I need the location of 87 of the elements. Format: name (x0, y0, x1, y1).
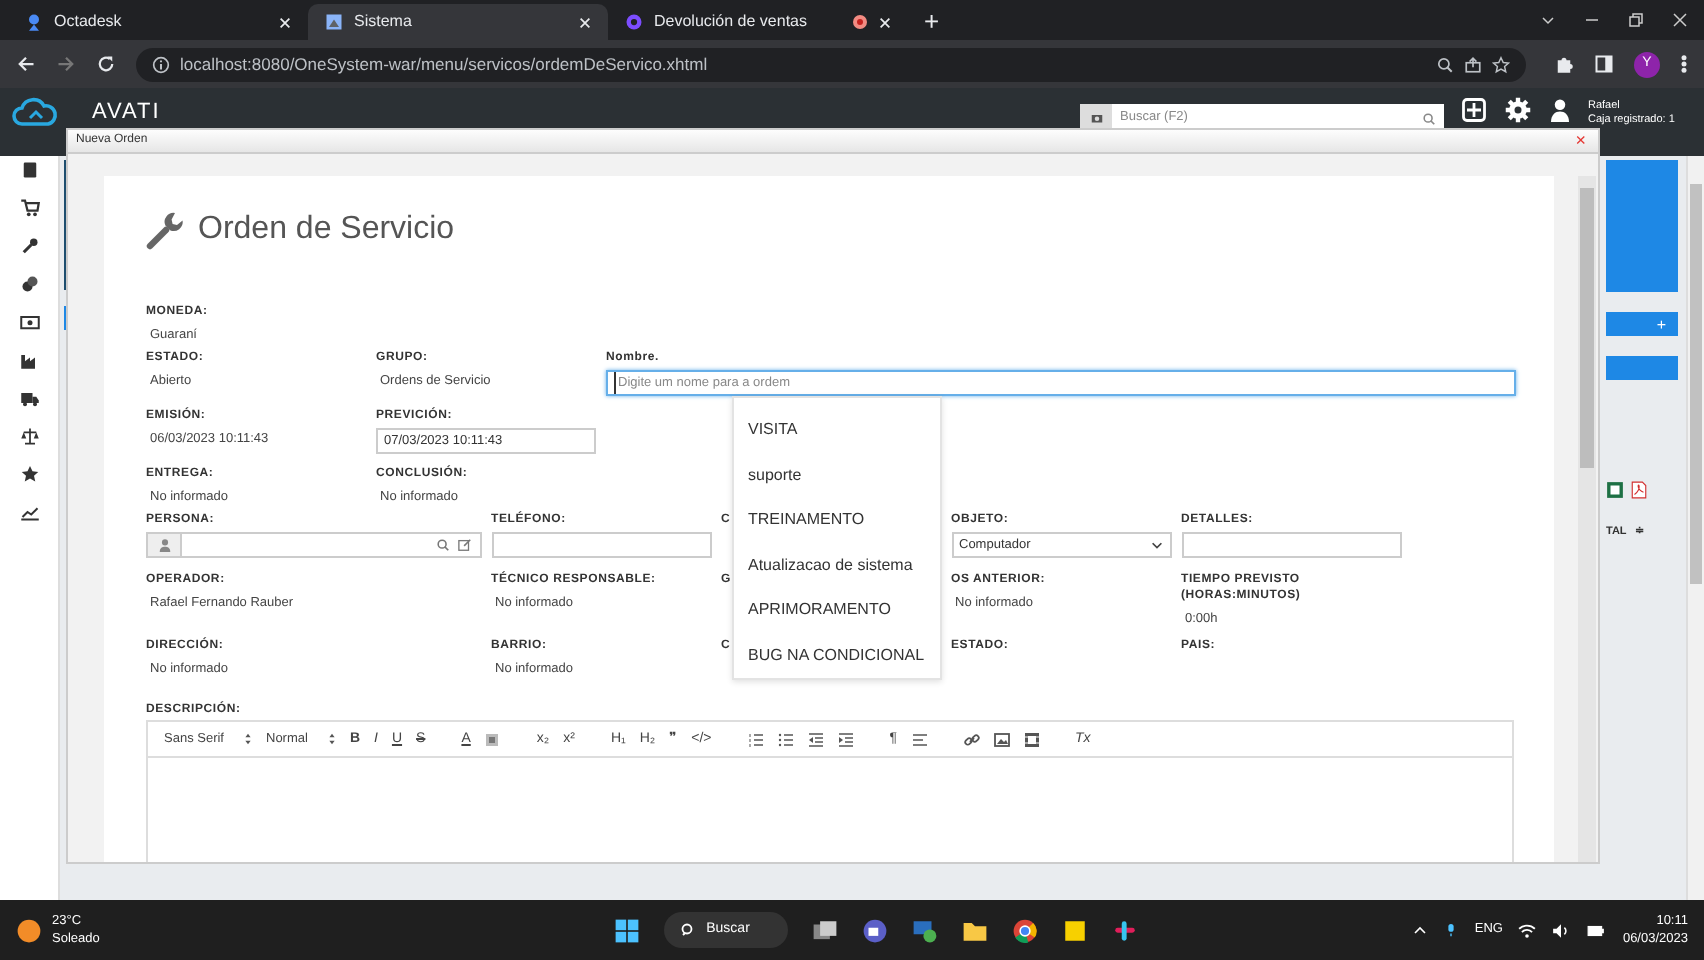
sort-icon (327, 732, 336, 746)
settings-icon[interactable] (1504, 96, 1532, 124)
add-button[interactable]: + (1606, 312, 1678, 336)
scrollbar[interactable] (1686, 156, 1704, 900)
sticky-note-icon[interactable] (1062, 917, 1089, 943)
forward-icon[interactable] (56, 54, 76, 74)
back-icon[interactable] (16, 54, 36, 74)
star-icon[interactable] (19, 464, 39, 484)
wifi-icon[interactable] (1518, 921, 1537, 939)
close-icon[interactable] (278, 15, 292, 29)
numbered-list-icon[interactable] (747, 731, 764, 747)
book-icon[interactable] (19, 160, 39, 180)
panel-background (1606, 160, 1678, 292)
highlight-icon[interactable] (484, 731, 501, 747)
money-icon[interactable] (19, 312, 39, 332)
close-button[interactable]: × (1575, 132, 1586, 150)
person-icon (157, 538, 171, 552)
folder-icon[interactable] (962, 917, 989, 943)
add-square-icon[interactable] (1460, 96, 1488, 124)
share-icon[interactable] (1464, 55, 1482, 73)
dropdown-item[interactable]: TREINAMENTO (734, 498, 940, 543)
page-heading: Orden de Servicio (198, 210, 455, 250)
new-tab-button[interactable]: + (924, 4, 940, 40)
browser-tab[interactable]: Octadesk (8, 4, 308, 40)
person-icon (24, 12, 44, 32)
link-icon[interactable] (963, 731, 980, 747)
camera-icon (1089, 112, 1103, 124)
pdf-icon[interactable] (1630, 480, 1648, 500)
bullet-list-icon[interactable] (777, 731, 794, 747)
edit-icon (457, 538, 471, 552)
input-field[interactable] (491, 532, 711, 558)
dropdown-item[interactable]: APRIMORAMENTO (734, 588, 940, 633)
chevron-down-icon (1149, 538, 1163, 552)
close-icon[interactable] (1672, 12, 1688, 28)
sort-icon (244, 732, 252, 746)
user-icon[interactable] (1548, 96, 1572, 124)
spreadsheet-icon[interactable] (1606, 480, 1624, 500)
record-icon (852, 14, 868, 30)
chrome-icon[interactable] (1012, 917, 1039, 943)
search-icon (1422, 111, 1436, 125)
zoom-icon[interactable] (1436, 55, 1454, 73)
url-field[interactable]: localhost:8080/OneSystem-war/menu/servicos/ordemDeServico.xhtml (136, 47, 1526, 81)
truck-icon[interactable] (19, 388, 39, 408)
align-icon[interactable] (911, 731, 928, 747)
slack-icon[interactable] (1112, 917, 1139, 943)
restore-icon[interactable] (1628, 12, 1644, 28)
lookup-field[interactable] (146, 532, 481, 558)
browser-tab[interactable]: Sistema (308, 4, 608, 40)
close-icon[interactable] (878, 15, 892, 29)
dropdown-item[interactable]: VISITA (734, 408, 940, 453)
logo-text: AVATI (92, 100, 161, 124)
close-icon[interactable] (578, 15, 592, 29)
chart-icon[interactable] (19, 502, 39, 522)
microphone-icon[interactable] (1444, 920, 1459, 940)
outdent-icon[interactable] (807, 731, 824, 747)
coins-icon[interactable] (19, 274, 39, 294)
chevron-up-icon[interactable] (1412, 922, 1429, 938)
video-icon[interactable] (1023, 731, 1040, 747)
battery-icon[interactable] (1586, 921, 1607, 939)
image-icon[interactable] (993, 731, 1010, 747)
input-field[interactable] (1181, 532, 1401, 558)
dropdown-item[interactable]: BUG NA CONDICIONAL (734, 633, 940, 678)
star-icon[interactable] (1492, 55, 1510, 73)
task-view-icon[interactable] (812, 917, 839, 943)
sun-icon (16, 917, 42, 943)
reload-icon[interactable] (96, 54, 116, 74)
scrollbar[interactable] (1578, 176, 1596, 862)
search-icon (435, 538, 449, 552)
video-call-icon[interactable] (862, 917, 889, 943)
browser-tab[interactable]: Devolución de ventas (608, 4, 908, 40)
menu-icon[interactable] (1680, 54, 1688, 74)
sidebar-icon[interactable] (1594, 54, 1614, 74)
search-icon (680, 922, 697, 938)
puzzle-icon[interactable] (1554, 54, 1574, 74)
dropdown-item[interactable]: suporte (734, 453, 940, 498)
network-app-icon[interactable] (912, 917, 939, 943)
volume-icon[interactable] (1552, 921, 1571, 939)
info-icon (152, 55, 170, 73)
factory-icon[interactable] (19, 350, 39, 370)
windows-icon[interactable] (614, 917, 641, 943)
chevron-down-icon[interactable] (1540, 12, 1556, 28)
image-icon (324, 12, 344, 32)
cloud-logo-icon (8, 96, 60, 128)
scale-icon[interactable] (19, 426, 39, 446)
dropdown-item[interactable]: Atualizacao de sistema (734, 543, 940, 588)
cart-icon[interactable] (19, 198, 39, 218)
indent-icon[interactable] (837, 731, 854, 747)
